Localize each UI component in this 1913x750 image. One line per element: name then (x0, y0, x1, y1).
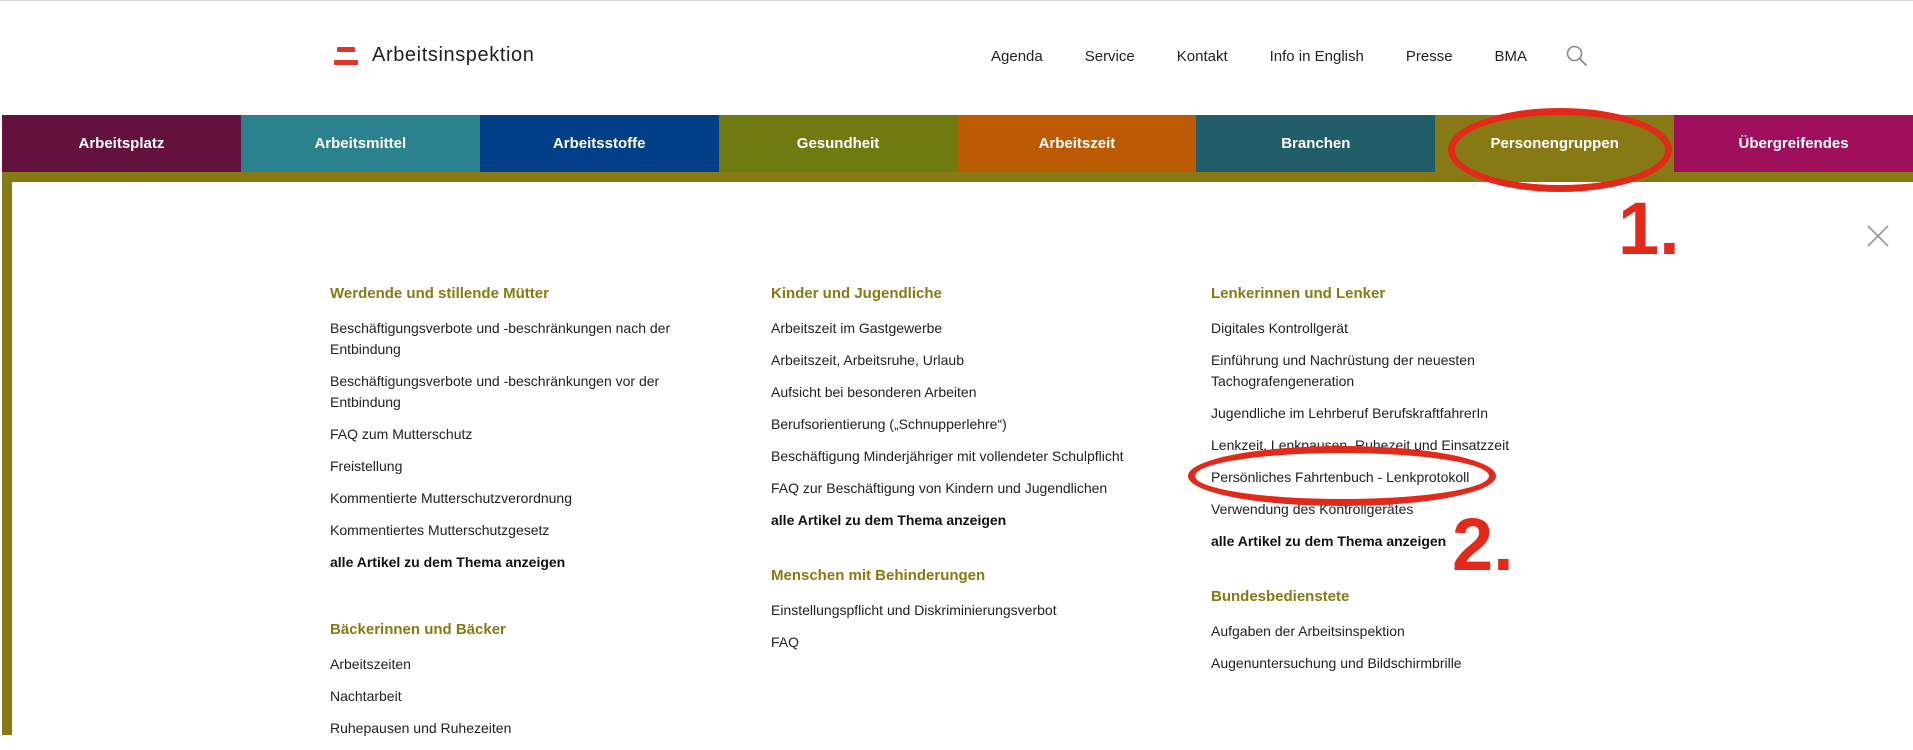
all-articles-link[interactable]: alle Artikel zu dem Thema anzeigen (1211, 531, 1591, 552)
menu-group-kinder-jugendliche: Kinder und Jugendliche Arbeitszeit im Ga… (771, 285, 1151, 542)
menu-link[interactable]: Beschäftigung Minderjähriger mit vollend… (771, 446, 1151, 467)
menu-group-bundesbedienstete: Bundesbedienstete Aufgaben der Arbeitsin… (1211, 588, 1591, 685)
topnav-service[interactable]: Service (1085, 48, 1135, 65)
menu-group-behinderungen: Menschen mit Behinderungen Einstellungsp… (771, 567, 1151, 664)
mainnav-arbeitsstoffe[interactable]: Arbeitsstoffe (479, 115, 719, 172)
topnav-info-english[interactable]: Info in English (1270, 48, 1364, 65)
topnav-agenda[interactable]: Agenda (991, 48, 1043, 65)
menu-link[interactable]: Freistellung (330, 456, 710, 477)
mainnav-branchen[interactable]: Branchen (1196, 115, 1436, 172)
search-icon[interactable] (1565, 44, 1589, 68)
main-nav: Arbeitsplatz Arbeitsmittel Arbeitsstoffe… (2, 115, 1913, 172)
menu-link[interactable]: Berufsorientierung („Schnupperlehre“) (771, 414, 1151, 435)
logo-text: Arbeitsinspektion (372, 44, 535, 66)
annotation-step-1: 1. (1618, 187, 1680, 270)
menu-link[interactable]: Jugendliche im Lehrberuf Berufskraftfahr… (1211, 403, 1591, 424)
menu-link[interactable]: FAQ (771, 632, 1151, 653)
menu-group-lenker: Lenkerinnen und Lenker Digitales Kontrol… (1211, 285, 1591, 563)
menu-link[interactable]: Arbeitszeiten (330, 654, 710, 675)
menu-group-werdende-muetter: Werdende und stillende Mütter Beschäftig… (330, 285, 710, 584)
menu-link[interactable]: Nachtarbeit (330, 686, 710, 707)
menu-link[interactable]: Einführung und Nachrüstung der neuesten … (1211, 350, 1511, 392)
menu-link[interactable]: Kommentierte Mutterschutzverordnung (330, 488, 710, 509)
mainnav-arbeitsmittel[interactable]: Arbeitsmittel (240, 115, 480, 172)
top-border (0, 0, 1913, 1)
menu-link[interactable]: Arbeitszeit, Arbeitsruhe, Urlaub (771, 350, 1151, 371)
menu-link[interactable]: FAQ zum Mutterschutz (330, 424, 710, 445)
group-title: Lenkerinnen und Lenker (1211, 285, 1386, 302)
logo-flag-icon (334, 46, 358, 65)
menu-link[interactable]: Beschäftigungsverbote und -beschränkunge… (330, 318, 675, 360)
group-title: Bundesbedienstete (1211, 588, 1350, 605)
menu-link[interactable]: Ruhepausen und Ruhezeiten (330, 718, 710, 739)
menu-group-baecker: Bäckerinnen und Bäcker Arbeitszeiten Nac… (330, 621, 710, 750)
menu-link[interactable]: Aufgaben der Arbeitsinspektion (1211, 621, 1591, 642)
menu-link-fahrtenbuch[interactable]: Persönliches Fahrtenbuch - Lenkprotokoll (1211, 467, 1591, 488)
close-icon[interactable] (1867, 225, 1889, 247)
menu-link[interactable]: Kommentiertes Mutterschutzgesetz (330, 520, 710, 541)
all-articles-link[interactable]: alle Artikel zu dem Thema anzeigen (330, 552, 710, 573)
menu-link[interactable]: Beschäftigungsverbote und -beschränkunge… (330, 371, 675, 413)
mainnav-personengruppen[interactable]: Personengruppen (1435, 115, 1675, 172)
mainnav-arbeitsplatz[interactable]: Arbeitsplatz (2, 115, 241, 172)
menu-link[interactable]: Einstellungspflicht und Diskriminierungs… (771, 600, 1151, 621)
group-title: Werdende und stillende Mütter (330, 285, 549, 302)
menu-link[interactable]: Augenuntersuchung und Bildschirmbrille (1211, 653, 1591, 674)
mainnav-uebergreifendes[interactable]: Übergreifendes (1674, 115, 1913, 172)
site-logo[interactable]: Arbeitsinspektion (334, 44, 535, 67)
menu-link[interactable]: FAQ zur Beschäftigung von Kindern und Ju… (771, 478, 1151, 499)
topnav-kontakt[interactable]: Kontakt (1177, 48, 1228, 65)
top-nav: Agenda Service Kontakt Info in English P… (991, 48, 1569, 65)
annotation-step-2: 2. (1452, 503, 1514, 586)
topnav-presse[interactable]: Presse (1406, 48, 1453, 65)
group-title: Kinder und Jugendliche (771, 285, 942, 302)
group-title: Bäckerinnen und Bäcker (330, 621, 506, 638)
topnav-bma[interactable]: BMA (1495, 48, 1528, 65)
menu-link[interactable]: Digitales Kontrollgerät (1211, 318, 1591, 339)
menu-link[interactable]: Arbeitszeit im Gastgewerbe (771, 318, 1151, 339)
group-title: Menschen mit Behinderungen (771, 567, 986, 584)
menu-link[interactable]: Aufsicht bei besonderen Arbeiten (771, 382, 1151, 403)
menu-link[interactable]: Lenkzeit, Lenkpausen, Ruhezeit und Einsa… (1211, 435, 1591, 456)
mainnav-arbeitszeit[interactable]: Arbeitszeit (957, 115, 1197, 172)
mainnav-gesundheit[interactable]: Gesundheit (718, 115, 958, 172)
menu-link[interactable]: Verwendung des Kontrollgerätes (1211, 499, 1591, 520)
all-articles-link[interactable]: alle Artikel zu dem Thema anzeigen (771, 510, 1151, 531)
